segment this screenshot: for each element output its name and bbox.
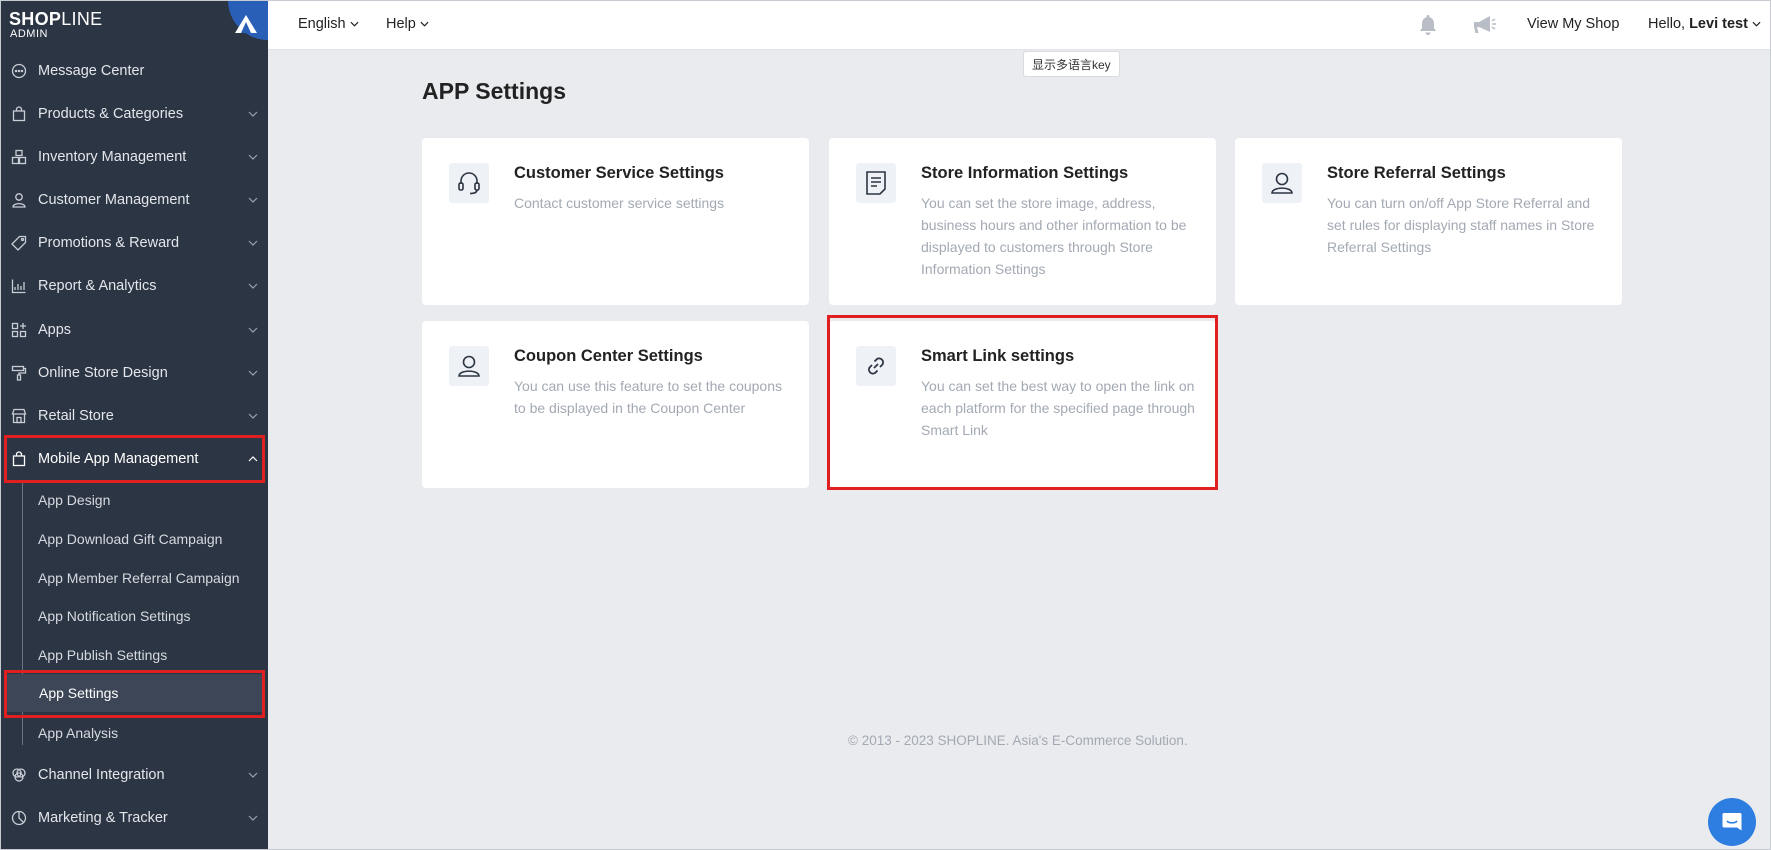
sidebar-subitem-app-download-gift[interactable]: App Download Gift Campaign: [38, 520, 260, 558]
document-icon: [856, 163, 896, 203]
chevron-up-icon: [238, 455, 268, 462]
chevron-down-icon: [238, 197, 268, 203]
sidebar-item-customer[interactable]: Customer Management: [0, 178, 268, 221]
sidebar-item-mobile-app-management[interactable]: Mobile App Management: [0, 437, 268, 480]
shopline-logo[interactable]: SHOPLINE ADMIN: [0, 0, 268, 50]
chevron-down-icon: [238, 283, 268, 289]
card-title: Store Information Settings: [921, 164, 1129, 182]
chevron-down-icon: [420, 21, 429, 27]
sidebar-item-inventory[interactable]: Inventory Management: [0, 135, 268, 178]
card-description: You can turn on/off App Store Referral a…: [1327, 195, 1595, 255]
sidebar-item-promotions[interactable]: Promotions & Reward: [0, 221, 268, 264]
help-dropdown[interactable]: Help: [386, 16, 429, 32]
multi-language-key-tooltip[interactable]: 显示多语言key: [1023, 51, 1120, 77]
user-name: Levi test: [1689, 16, 1748, 32]
marketing-icon: [0, 810, 38, 826]
card-title: Store Referral Settings: [1327, 164, 1506, 182]
view-my-shop-link[interactable]: View My Shop: [1527, 16, 1619, 32]
logo-admin-label: ADMIN: [10, 28, 48, 40]
apps-grid-icon: [0, 322, 38, 338]
top-bar: English Help View My Shop Hello, Levi te…: [268, 0, 1771, 50]
sidebar-item-apps[interactable]: Apps: [0, 308, 268, 351]
chat-icon: [1722, 813, 1742, 831]
sidebar-item-channel-integration[interactable]: Channel Integration: [0, 753, 268, 796]
chevron-down-icon: [1752, 21, 1761, 27]
chevron-down-icon: [238, 772, 268, 778]
chat-bubble-icon: [0, 63, 38, 79]
bag-icon: [0, 450, 38, 467]
card-description: Contact customer service settings: [514, 195, 725, 211]
card-description: You can set the store image, address, bu…: [921, 195, 1187, 277]
shopline-mountain-icon: [235, 15, 257, 33]
headset-icon: [449, 163, 489, 203]
channels-icon: [0, 767, 38, 783]
user-icon: [1262, 163, 1302, 203]
chevron-down-icon: [350, 21, 359, 27]
card-title: Coupon Center Settings: [514, 347, 703, 365]
sidebar-item-products[interactable]: Products & Categories: [0, 92, 268, 135]
card-store-information-settings[interactable]: Store Information Settings You can set t…: [829, 138, 1216, 305]
sidebar-subitem-app-settings[interactable]: App Settings: [6, 674, 264, 712]
sidebar-item-message-center[interactable]: Message Center: [0, 49, 268, 92]
user-menu-dropdown[interactable]: Hello, Levi test: [1648, 16, 1761, 32]
sidebar-item-retail-store[interactable]: Retail Store: [0, 394, 268, 437]
boxes-icon: [0, 149, 38, 165]
chart-icon: [0, 278, 38, 294]
card-description: You can set the best way to open the lin…: [921, 378, 1195, 438]
logo-brand-light: LINE: [61, 9, 103, 29]
footer-copyright: © 2013 - 2023 SHOPLINE. Asia's E-Commerc…: [848, 733, 1188, 748]
sidebar-item-report[interactable]: Report & Analytics: [0, 264, 268, 307]
chevron-down-icon: [238, 370, 268, 376]
megaphone-icon[interactable]: [1471, 13, 1497, 42]
chevron-down-icon: [238, 240, 268, 246]
sidebar-subitem-app-publish[interactable]: App Publish Settings: [38, 636, 260, 674]
card-store-referral-settings[interactable]: Store Referral Settings You can turn on/…: [1235, 138, 1622, 305]
card-smart-link-settings[interactable]: Smart Link settings You can set the best…: [829, 321, 1216, 488]
sidebar-subitem-app-notification[interactable]: App Notification Settings: [38, 597, 260, 635]
sidebar-subitem-app-member-referral[interactable]: App Member Referral Campaign: [38, 559, 260, 597]
paint-roller-icon: [0, 365, 38, 381]
bell-icon[interactable]: [1416, 13, 1440, 42]
link-icon: [856, 346, 896, 386]
card-customer-service-settings[interactable]: Customer Service Settings Contact custom…: [422, 138, 809, 305]
sidebar-item-marketing-tracker[interactable]: Marketing & Tracker: [0, 796, 268, 839]
card-coupon-center-settings[interactable]: Coupon Center Settings You can use this …: [422, 321, 809, 488]
sidebar-item-online-store-design[interactable]: Online Store Design: [0, 351, 268, 394]
store-icon: [0, 408, 38, 424]
chevron-down-icon: [238, 327, 268, 333]
chevron-down-icon: [238, 815, 268, 821]
card-title: Smart Link settings: [921, 347, 1075, 365]
chevron-down-icon: [238, 413, 268, 419]
sidebar: SHOPLINE ADMIN Message Center Products &…: [0, 0, 268, 850]
user-icon: [0, 192, 38, 208]
live-chat-button[interactable]: [1708, 798, 1756, 846]
language-dropdown[interactable]: English: [298, 16, 359, 32]
sidebar-subitem-app-analysis[interactable]: App Analysis: [38, 714, 260, 752]
chevron-down-icon: [238, 111, 268, 117]
chevron-down-icon: [238, 154, 268, 160]
page-title: APP Settings: [422, 78, 566, 104]
card-description: You can use this feature to set the coup…: [514, 378, 783, 416]
sidebar-subitem-app-design[interactable]: App Design: [38, 481, 260, 519]
card-title: Customer Service Settings: [514, 164, 724, 182]
logo-brand-bold: SHOP: [9, 9, 62, 29]
bag-icon: [0, 105, 38, 122]
collapse-sidebar-button[interactable]: [228, 0, 268, 40]
tag-icon: [0, 235, 38, 251]
user-icon: [449, 346, 489, 386]
